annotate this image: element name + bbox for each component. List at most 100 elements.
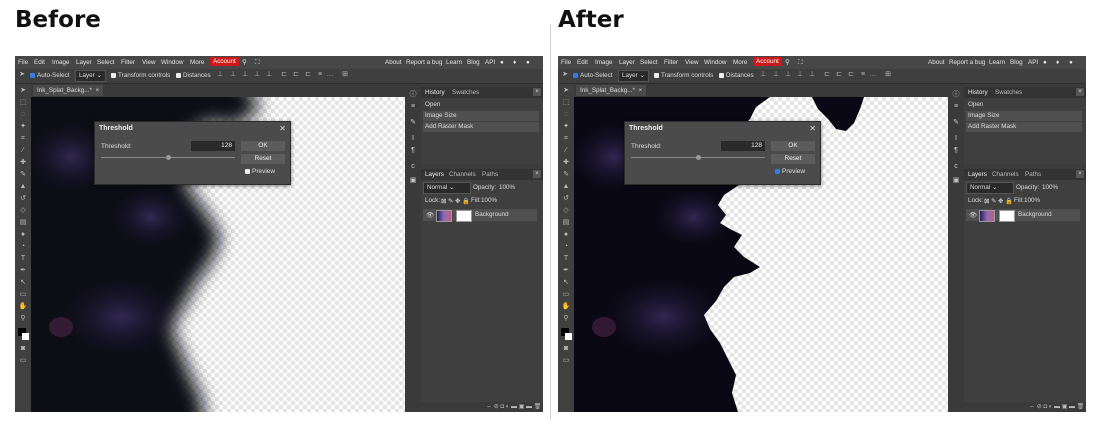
crop-tool-icon[interactable]: ⌗	[561, 134, 571, 144]
menu-learn[interactable]: Learn	[989, 59, 1005, 66]
gradient-icon[interactable]: ▤	[561, 218, 571, 228]
menu-edit[interactable]: Edit	[577, 59, 588, 66]
tab-history[interactable]: History	[968, 89, 988, 96]
menu-about[interactable]: About	[928, 59, 944, 66]
eraser-icon[interactable]: ◇	[18, 206, 28, 216]
lock-icons[interactable]: ⊠ ✎ ✥ 🔒	[984, 197, 1013, 205]
stamp-tool-icon[interactable]: ▲	[18, 182, 28, 192]
menu-api[interactable]: API	[1028, 59, 1038, 66]
layer-row-background[interactable]: 👁 Background	[966, 209, 1080, 222]
menu-blog[interactable]: Blog	[1010, 59, 1023, 66]
background-color[interactable]	[22, 333, 29, 340]
quick-mask-icon[interactable]: ◙	[561, 344, 571, 354]
close-icon[interactable]: ×	[95, 87, 99, 94]
close-icon[interactable]: ×	[638, 87, 642, 94]
lock-icons[interactable]: ⊠ ✎ ✥ 🔒	[441, 197, 470, 205]
more-icon[interactable]: …	[869, 71, 877, 79]
screen-mode-icon[interactable]: ▭	[561, 356, 571, 366]
distances-checkbox[interactable]: Distances	[719, 72, 754, 79]
menu-filter[interactable]: Filter	[664, 59, 678, 66]
menu-more[interactable]: More	[733, 59, 747, 66]
history-item[interactable]: Add Raster Mask	[966, 122, 1082, 132]
info-icon[interactable]: ⓘ	[408, 90, 418, 100]
path-select-icon[interactable]: ↖	[18, 278, 28, 288]
close-icon[interactable]: ✕	[279, 124, 286, 133]
pen-tool-icon[interactable]: ✒	[18, 266, 28, 276]
background-color[interactable]	[565, 333, 572, 340]
opacity-value[interactable]: 100%	[499, 184, 515, 191]
menu-window[interactable]: Window	[704, 59, 726, 66]
facebook-icon[interactable]: ●	[1069, 59, 1073, 66]
eyedropper-icon[interactable]: ⁄	[561, 146, 571, 156]
search-icon[interactable]: ⚲	[785, 59, 790, 66]
history-item[interactable]: Add Raster Mask	[423, 122, 539, 132]
blend-mode-select[interactable]: Normal ⌄	[423, 182, 471, 194]
image-icon[interactable]: ▣	[408, 176, 418, 186]
reset-button[interactable]: Reset	[241, 154, 285, 164]
hand-tool-icon[interactable]: ✋	[18, 302, 28, 312]
stamp-tool-icon[interactable]: ▲	[561, 182, 571, 192]
close-icon[interactable]: ×	[533, 88, 541, 96]
menu-learn[interactable]: Learn	[446, 59, 462, 66]
quick-mask-icon[interactable]: ◙	[18, 344, 28, 354]
menu-view[interactable]: View	[142, 59, 156, 66]
tab-history[interactable]: History	[425, 89, 445, 96]
fill-value[interactable]: 100%	[481, 197, 497, 204]
brush-tool-icon[interactable]: ✎	[18, 170, 28, 180]
ok-button[interactable]: OK	[771, 141, 815, 151]
threshold-slider[interactable]	[631, 155, 765, 160]
tab-layers[interactable]: Layers	[425, 171, 444, 178]
reddit-icon[interactable]: ●	[1043, 59, 1047, 66]
transform-controls-checkbox[interactable]: Transform controls	[654, 72, 713, 79]
distribute-icon[interactable]: ⊏	[280, 71, 288, 79]
transform-controls-checkbox[interactable]: Transform controls	[111, 72, 170, 79]
menu-filter[interactable]: Filter	[121, 59, 135, 66]
menu-layer[interactable]: Layer	[76, 59, 92, 66]
facebook-icon[interactable]: ●	[526, 59, 530, 66]
zoom-tool-icon[interactable]: ⚲	[561, 314, 571, 324]
distribute-icon[interactable]: ≡	[316, 71, 324, 79]
brush-settings-icon[interactable]: ✎	[408, 118, 418, 128]
align-icon[interactable]: ⊥	[772, 71, 780, 79]
history-item[interactable]: Open	[966, 100, 1082, 110]
menu-api[interactable]: API	[485, 59, 495, 66]
lasso-tool-icon[interactable]: ◌	[561, 110, 571, 120]
align-icon[interactable]: ⊥	[759, 71, 767, 79]
marquee-tool-icon[interactable]: ⬚	[561, 98, 571, 108]
menu-blog[interactable]: Blog	[467, 59, 480, 66]
menu-image[interactable]: Image	[52, 59, 70, 66]
tab-channels[interactable]: Channels	[992, 171, 1019, 178]
history-brush-icon[interactable]: ↺	[18, 194, 28, 204]
distribute-icon[interactable]: ⊏	[847, 71, 855, 79]
menu-image[interactable]: Image	[595, 59, 613, 66]
lasso-tool-icon[interactable]: ◌	[18, 110, 28, 120]
history-item[interactable]: Open	[423, 100, 539, 110]
auto-select-checkbox[interactable]: Auto-Select	[573, 72, 613, 79]
healing-icon[interactable]: ✚	[18, 158, 28, 168]
menu-edit[interactable]: Edit	[34, 59, 45, 66]
history-brush-icon[interactable]: ↺	[561, 194, 571, 204]
tab-paths[interactable]: Paths	[482, 171, 498, 178]
grid-icon[interactable]: ⊞	[341, 71, 349, 79]
move-tool-icon[interactable]: ➤	[561, 86, 571, 96]
ok-button[interactable]: OK	[241, 141, 285, 151]
search-icon[interactable]: ⚲	[242, 59, 247, 66]
zoom-tool-icon[interactable]: ⚲	[18, 314, 28, 324]
gradient-icon[interactable]: ▤	[18, 218, 28, 228]
healing-icon[interactable]: ✚	[561, 158, 571, 168]
distribute-icon[interactable]: ≡	[859, 71, 867, 79]
layers-footer-icons[interactable]: ⇔ ⊘ ◘ ◐ ▬ ▣ ▬ 🗑	[964, 402, 1086, 412]
menu-report-bug[interactable]: Report a bug	[949, 59, 985, 66]
visibility-icon[interactable]: 👁	[426, 211, 434, 219]
paragraph-icon[interactable]: ¶	[408, 146, 418, 156]
visibility-icon[interactable]: 👁	[969, 211, 977, 219]
pen-tool-icon[interactable]: ✒	[561, 266, 571, 276]
history-item[interactable]: Image Size	[966, 111, 1082, 121]
screen-mode-icon[interactable]: ▭	[18, 356, 28, 366]
paragraph-icon[interactable]: ¶	[951, 146, 961, 156]
tab-paths[interactable]: Paths	[1025, 171, 1041, 178]
character-icon[interactable]: Ⅰ	[951, 134, 961, 144]
canvas[interactable]: Threshold ✕ Threshold: 128 OK Reset Prev…	[31, 97, 405, 412]
align-icon[interactable]: ⊥	[796, 71, 804, 79]
type-tool-icon[interactable]: T	[561, 254, 571, 264]
